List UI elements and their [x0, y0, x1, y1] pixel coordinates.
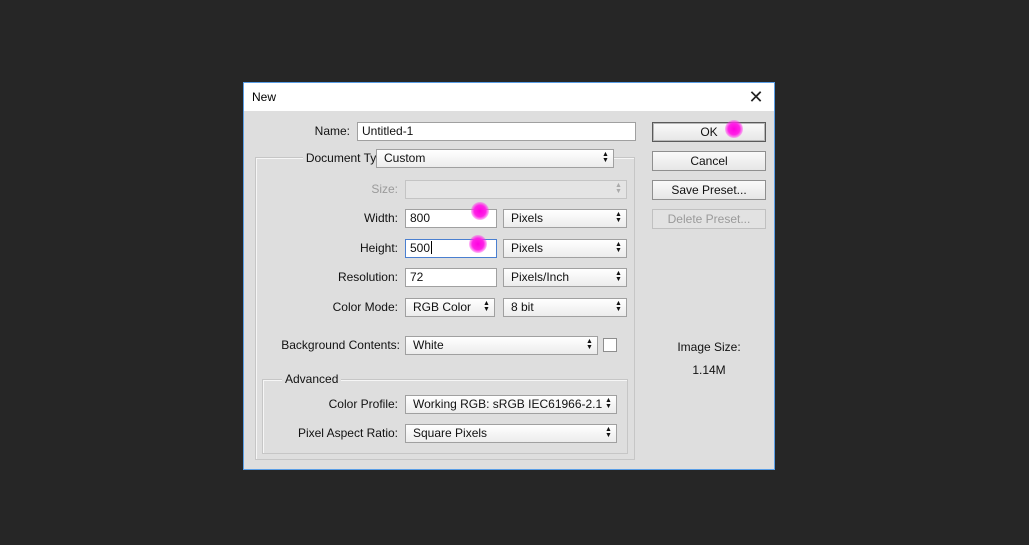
- chevron-updown-icon: ▲ ▼: [602, 151, 609, 164]
- resolution-input[interactable]: 72: [405, 268, 497, 287]
- save-preset-button[interactable]: Save Preset...: [652, 180, 766, 200]
- size-select[interactable]: ▲ ▼: [405, 180, 627, 199]
- chevron-updown-icon: ▲ ▼: [605, 426, 612, 439]
- text-caret: [431, 241, 433, 254]
- background-contents-value: White: [413, 338, 444, 352]
- chevron-updown-icon: ▲ ▼: [615, 182, 622, 195]
- color-mode-select[interactable]: RGB Color ▲ ▼: [405, 298, 495, 317]
- chevron-updown-icon: ▲ ▼: [615, 241, 622, 254]
- new-document-dialog: New ✕ Name: Untitled-1 Document Type: Cu…: [243, 82, 775, 470]
- background-contents-select[interactable]: White ▲ ▼: [405, 336, 598, 355]
- color-profile-select[interactable]: Working RGB: sRGB IEC61966-2.1 ▲ ▼: [405, 395, 617, 414]
- delete-preset-button[interactable]: Delete Preset...: [652, 209, 766, 229]
- cancel-button[interactable]: Cancel: [652, 151, 766, 171]
- name-input[interactable]: Untitled-1: [357, 122, 636, 141]
- dialog-titlebar: New ✕: [244, 83, 774, 111]
- pixel-aspect-ratio-value: Square Pixels: [413, 426, 488, 440]
- color-mode-value: RGB Color: [413, 300, 472, 314]
- chevron-updown-icon: ▲ ▼: [615, 211, 622, 224]
- resolution-unit-value: Pixels/Inch: [511, 270, 570, 284]
- resolution-label: Resolution:: [337, 270, 398, 284]
- chevron-updown-icon: ▲ ▼: [586, 338, 593, 351]
- bit-depth-select[interactable]: 8 bit ▲ ▼: [503, 298, 627, 317]
- chevron-updown-icon: ▲ ▼: [605, 397, 612, 410]
- document-type-select[interactable]: Custom ▲ ▼: [376, 149, 614, 168]
- resolution-unit-select[interactable]: Pixels/Inch ▲ ▼: [503, 268, 627, 287]
- chevron-updown-icon: ▲ ▼: [483, 300, 490, 313]
- name-label: Name:: [314, 124, 350, 138]
- pixel-aspect-ratio-label: Pixel Aspect Ratio:: [297, 426, 398, 440]
- color-mode-label: Color Mode:: [332, 300, 398, 314]
- size-label: Size:: [371, 182, 398, 196]
- height-label: Height:: [359, 241, 398, 255]
- height-unit-value: Pixels: [511, 241, 544, 255]
- dialog-body: Name: Untitled-1 Document Type: Custom ▲…: [244, 111, 774, 469]
- pixel-aspect-ratio-select[interactable]: Square Pixels ▲ ▼: [405, 424, 617, 443]
- width-unit-select[interactable]: Pixels ▲ ▼: [503, 209, 627, 228]
- chevron-updown-icon: ▲ ▼: [615, 270, 622, 283]
- advanced-legend: Advanced: [282, 372, 342, 386]
- height-unit-select[interactable]: Pixels ▲ ▼: [503, 239, 627, 258]
- background-color-swatch[interactable]: [603, 338, 617, 352]
- image-size-label: Image Size:: [677, 340, 741, 354]
- bit-depth-value: 8 bit: [511, 300, 534, 314]
- image-size-value: 1.14M: [692, 363, 726, 377]
- document-type-value: Custom: [384, 151, 426, 165]
- chevron-updown-icon: ▲ ▼: [615, 300, 622, 313]
- click-marker-height: [469, 235, 487, 253]
- close-icon[interactable]: ✕: [746, 87, 766, 107]
- dialog-title: New: [252, 90, 277, 104]
- color-profile-label: Color Profile:: [328, 397, 398, 411]
- background-contents-label: Background Contents:: [281, 338, 400, 352]
- height-value: 500: [410, 241, 431, 255]
- click-marker-ok: [725, 120, 743, 138]
- color-profile-value: Working RGB: sRGB IEC61966-2.1: [413, 397, 603, 411]
- ok-button[interactable]: OK: [652, 122, 766, 142]
- click-marker-width: [471, 202, 489, 220]
- width-unit-value: Pixels: [511, 211, 544, 225]
- width-label: Width:: [363, 211, 398, 225]
